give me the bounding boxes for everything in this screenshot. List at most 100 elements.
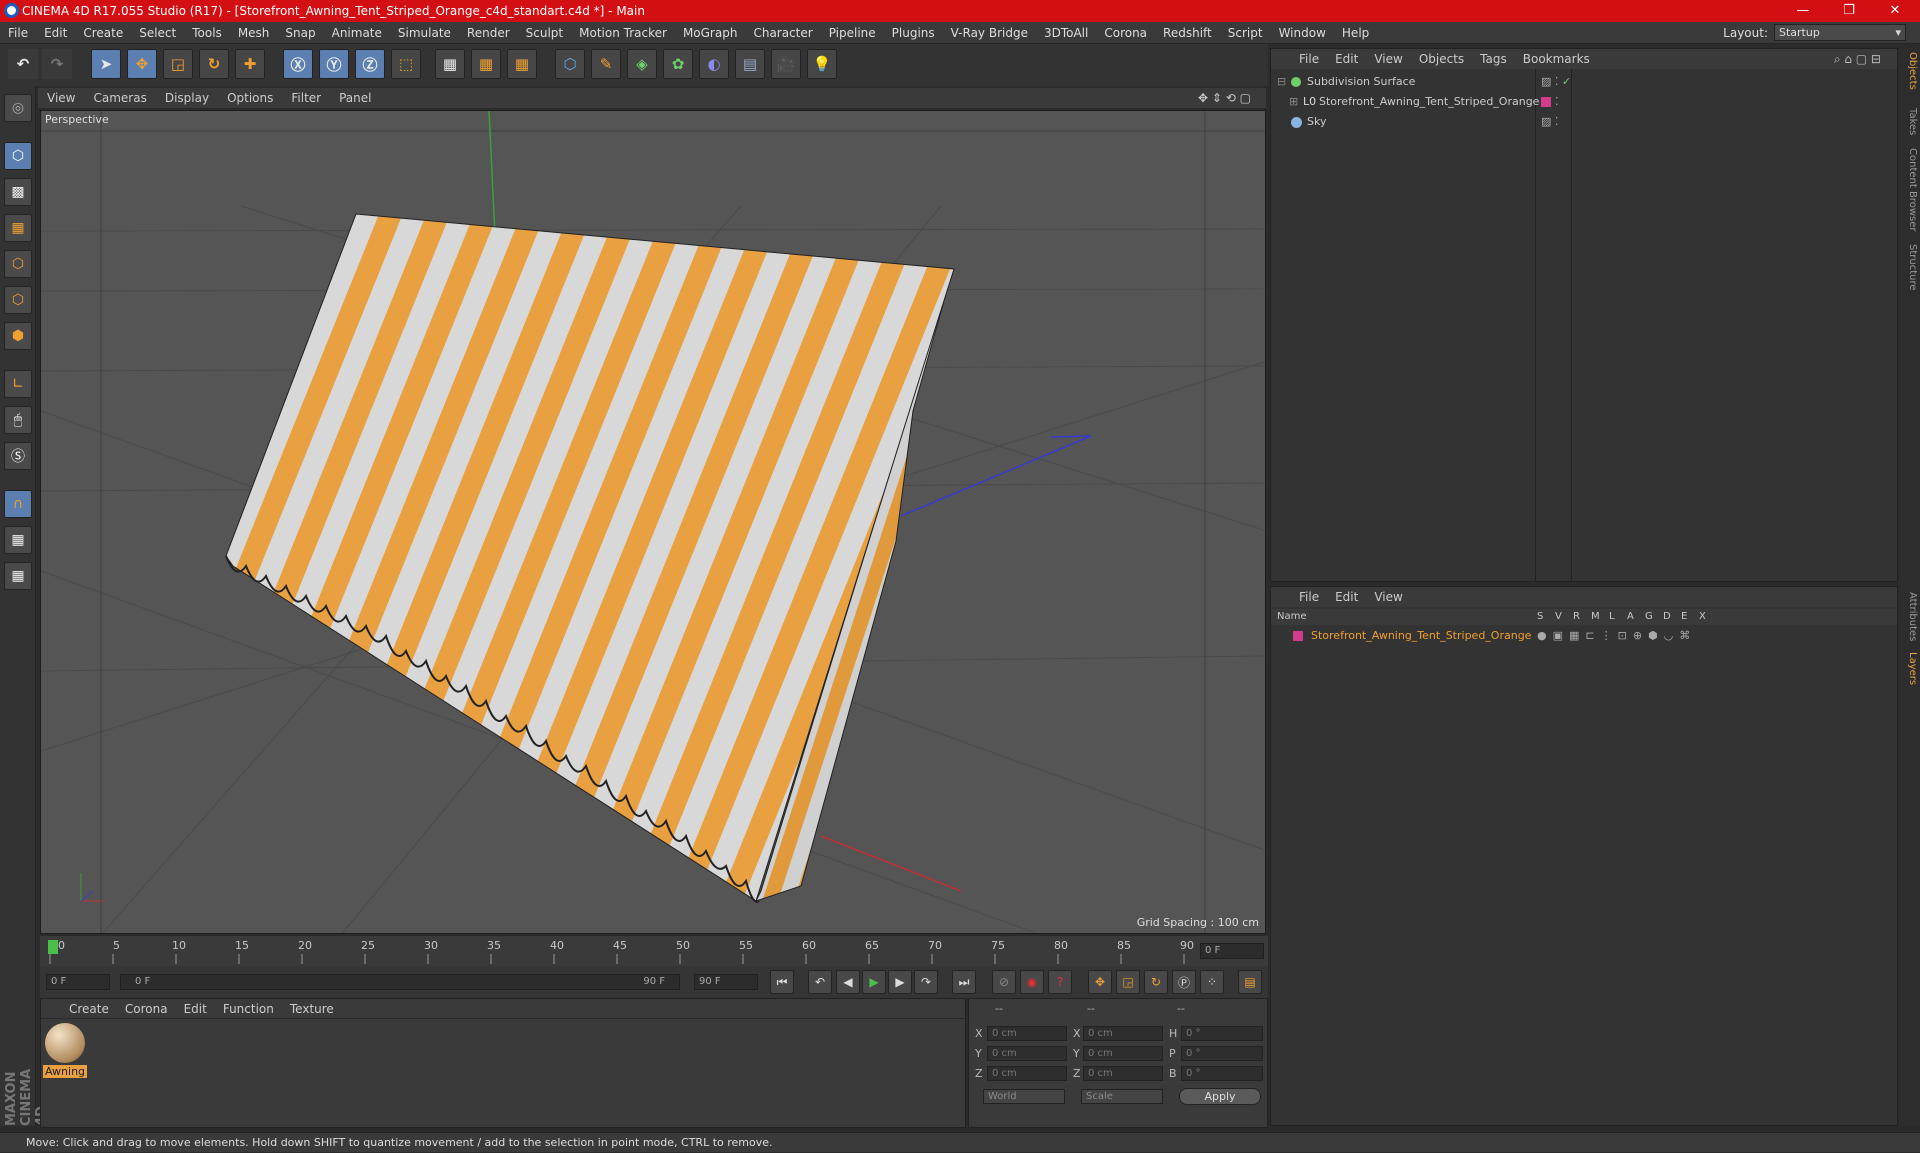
viewport-menu-display[interactable]: Display (156, 91, 218, 105)
solo-icon[interactable]: Ⓢ (4, 442, 32, 470)
pen-spline-icon[interactable]: ✎ (591, 49, 621, 79)
menu-pipeline[interactable]: Pipeline (821, 26, 884, 40)
menu-select[interactable]: Select (131, 26, 184, 40)
key-pla-icon[interactable]: ⁘ (1200, 970, 1224, 994)
key-parameter-icon[interactable]: Ⓟ (1172, 970, 1196, 994)
material-menu-edit[interactable]: Edit (176, 1002, 215, 1016)
light-icon[interactable]: 💡 (807, 49, 837, 79)
points-mode-icon[interactable]: ⬡ (4, 250, 32, 278)
column-m[interactable]: M (1591, 609, 1600, 625)
play-icon[interactable]: ▶ (862, 970, 886, 994)
rotation-h-field[interactable]: 0 ° (1181, 1026, 1263, 1041)
column-d[interactable]: D (1663, 609, 1671, 625)
go-to-end-icon[interactable]: ⏭ (952, 970, 976, 994)
layer-menu-view[interactable]: View (1366, 590, 1410, 604)
undo-icon[interactable]: ↶ (8, 49, 38, 79)
restore-icon[interactable]: ❐ (1826, 0, 1872, 22)
menu-file[interactable]: File (0, 26, 36, 40)
snap-magnet-icon[interactable]: ∩ (4, 490, 32, 518)
position-z-field[interactable]: 0 cm (987, 1066, 1067, 1081)
size-z-field[interactable]: 0 cm (1083, 1066, 1163, 1081)
menu-redshift[interactable]: Redshift (1155, 26, 1220, 40)
position-y-field[interactable]: 0 cm (987, 1046, 1067, 1061)
world-dropdown[interactable]: World (983, 1089, 1065, 1104)
rotation-p-field[interactable]: 0 ° (1181, 1046, 1263, 1061)
viewport-menu-filter[interactable]: Filter (282, 91, 330, 105)
menu-script[interactable]: Script (1220, 26, 1271, 40)
layout-dropdown[interactable]: Startup (1774, 24, 1906, 41)
column-e[interactable]: E (1681, 609, 1687, 625)
column-s[interactable]: S (1537, 609, 1543, 625)
object-menu-tags[interactable]: Tags (1472, 52, 1515, 66)
viewport-menu-view[interactable]: View (38, 91, 84, 105)
model-mode-icon[interactable]: ⬡ (4, 142, 32, 170)
tab-layers[interactable]: Layers (1902, 652, 1918, 685)
menu-corona[interactable]: Corona (1096, 26, 1155, 40)
cloner-icon[interactable]: ✿ (663, 49, 693, 79)
column-x[interactable]: X (1699, 609, 1706, 625)
column-g[interactable]: G (1645, 609, 1653, 625)
previous-key-icon[interactable]: ↶ (808, 970, 832, 994)
frame-range-slider[interactable]: 0 F 90 F (120, 974, 680, 990)
edges-mode-icon[interactable]: ⬡ (4, 286, 32, 314)
coordinate-system-icon[interactable]: ⬚ (391, 49, 421, 79)
render-settings-icon[interactable]: ▦ (507, 49, 537, 79)
timeline-window-icon[interactable]: ▤ (1238, 970, 1262, 994)
layer-row[interactable]: Storefront_Awning_Tent_Striped_Orange ●▣… (1271, 627, 1895, 645)
visibility-dots-icon[interactable]: ⁚ (1555, 93, 1559, 111)
tab-takes[interactable]: Takes (1902, 108, 1918, 135)
material-menu-create[interactable]: Create (61, 1002, 117, 1016)
column-v[interactable]: V (1555, 609, 1562, 625)
layer-color-icon[interactable] (1293, 631, 1303, 641)
tab-objects[interactable]: Objects (1902, 52, 1918, 90)
object-search-icon[interactable]: ⌕ ⌂ ▢ ⊟ (1826, 52, 1889, 67)
tab-content-browser[interactable]: Content Browser (1902, 148, 1918, 231)
subdivision-surface-icon[interactable]: ◈ (627, 49, 657, 79)
next-frame-icon[interactable]: ▶ (888, 970, 912, 994)
column-a[interactable]: A (1627, 609, 1634, 625)
object-menu-bookmarks[interactable]: Bookmarks (1515, 52, 1598, 66)
rotation-b-field[interactable]: 0 ° (1181, 1066, 1263, 1081)
axis-mode-icon[interactable]: ∟ (4, 370, 32, 398)
menu-mesh[interactable]: Mesh (230, 26, 278, 40)
tab-attributes[interactable]: Attributes (1902, 592, 1918, 641)
column-r[interactable]: R (1573, 609, 1580, 625)
layer-flag-icons[interactable]: ●▣▦⊏⋮⊡⊕⬢◡⌘ (1537, 627, 1696, 645)
menu-vray-bridge[interactable]: V-Ray Bridge (943, 26, 1036, 40)
material-menu-function[interactable]: Function (215, 1002, 282, 1016)
deformer-icon[interactable]: ◐ (699, 49, 729, 79)
viewport-nav-icons[interactable]: ✥ ⇕ ⟲ ▢ (1189, 91, 1260, 105)
previous-frame-icon[interactable]: ◀ (836, 970, 860, 994)
timeline-ruler[interactable]: 0 5 10 15 20 25 30 35 40 45 50 55 60 65 … (40, 936, 1268, 966)
menu-help[interactable]: Help (1334, 26, 1377, 40)
workplane-icon[interactable]: ▦ (4, 214, 32, 242)
render-picture-viewer-icon[interactable]: ▦ (471, 49, 501, 79)
autokey-icon[interactable]: ◉ (1020, 970, 1044, 994)
current-frame-field[interactable]: 0 F (1200, 943, 1264, 959)
viewport-menu-panel[interactable]: Panel (330, 91, 380, 105)
object-menu-view[interactable]: View (1366, 52, 1410, 66)
camera-icon[interactable]: 🎥 (771, 49, 801, 79)
viewport-menu-options[interactable]: Options (218, 91, 282, 105)
keyframe-selection-icon[interactable]: ? (1048, 970, 1072, 994)
object-menu-edit[interactable]: Edit (1327, 52, 1366, 66)
menu-simulate[interactable]: Simulate (390, 26, 459, 40)
end-frame-field[interactable]: 90 F (694, 974, 758, 990)
size-y-field[interactable]: 0 cm (1083, 1046, 1163, 1061)
menu-snap[interactable]: Snap (277, 26, 323, 40)
go-to-start-icon[interactable]: ⏮ (770, 970, 794, 994)
menu-edit[interactable]: Edit (36, 26, 75, 40)
menu-sculpt[interactable]: Sculpt (518, 26, 571, 40)
viewport-menu-cameras[interactable]: Cameras (84, 91, 155, 105)
apply-button[interactable]: Apply (1179, 1088, 1261, 1105)
z-axis-lock-icon[interactable]: Ⓩ (355, 49, 385, 79)
redo-icon[interactable]: ↷ (42, 49, 72, 79)
size-x-field[interactable]: 0 cm (1083, 1026, 1163, 1041)
material-menu-texture[interactable]: Texture (282, 1002, 342, 1016)
minimize-icon[interactable]: — (1780, 0, 1826, 22)
menu-window[interactable]: Window (1271, 26, 1334, 40)
live-select-icon[interactable]: ✚ (235, 49, 265, 79)
render-view-icon[interactable]: ▦ (435, 49, 465, 79)
make-editable-icon[interactable]: ◎ (4, 94, 32, 122)
layer-color-icon[interactable] (1541, 97, 1551, 107)
